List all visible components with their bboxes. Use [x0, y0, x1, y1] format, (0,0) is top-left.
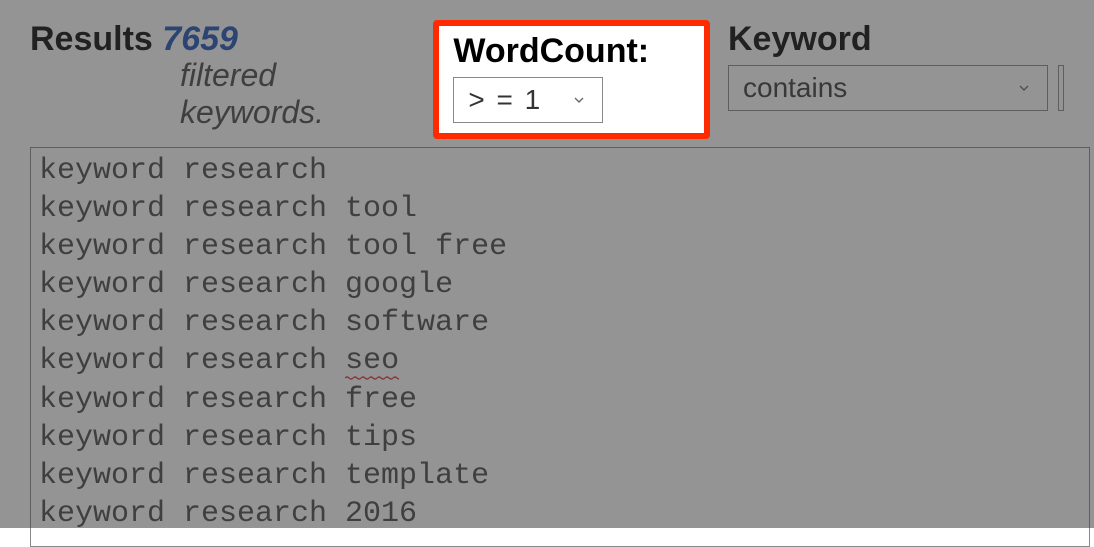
- keyword-filter-label: Keyword: [728, 20, 1064, 59]
- keyword-filter-block: Keyword contains: [728, 20, 1064, 111]
- keyword-filter-input[interactable]: [1058, 65, 1064, 111]
- results-block: Results 7659 filtered keywords.: [30, 20, 423, 131]
- keyword-line: keyword research 2016: [39, 495, 1081, 533]
- keyword-line: keyword research template: [39, 457, 1081, 495]
- keyword-results-textarea[interactable]: keyword researchkeyword research toolkey…: [30, 147, 1090, 547]
- results-label: Results: [30, 20, 153, 58]
- spellcheck-word: seo: [345, 344, 399, 378]
- wordcount-filter-block: WordCount: > = 1: [433, 20, 710, 139]
- keyword-line: keyword research tips: [39, 419, 1081, 457]
- chevron-down-icon: [1015, 79, 1033, 97]
- wordcount-select-value: > = 1: [468, 84, 570, 116]
- keyword-filter-value: contains: [743, 72, 1015, 104]
- keyword-line: keyword research google: [39, 266, 1081, 304]
- chevron-down-icon: [570, 91, 588, 109]
- filtered-keywords-label: filtered keywords.: [180, 57, 423, 131]
- wordcount-label: WordCount:: [453, 32, 649, 71]
- keyword-line: keyword research free: [39, 381, 1081, 419]
- results-count: 7659: [162, 20, 238, 58]
- results-line: Results 7659: [30, 20, 423, 59]
- keyword-line: keyword research: [39, 152, 1081, 190]
- keyword-filter-select[interactable]: contains: [728, 65, 1048, 111]
- keyword-line: keyword research tool: [39, 190, 1081, 228]
- keyword-line: keyword research seo: [39, 342, 1081, 380]
- keyword-line: keyword research tool free: [39, 228, 1081, 266]
- wordcount-select[interactable]: > = 1: [453, 77, 603, 123]
- keyword-line: keyword research software: [39, 304, 1081, 342]
